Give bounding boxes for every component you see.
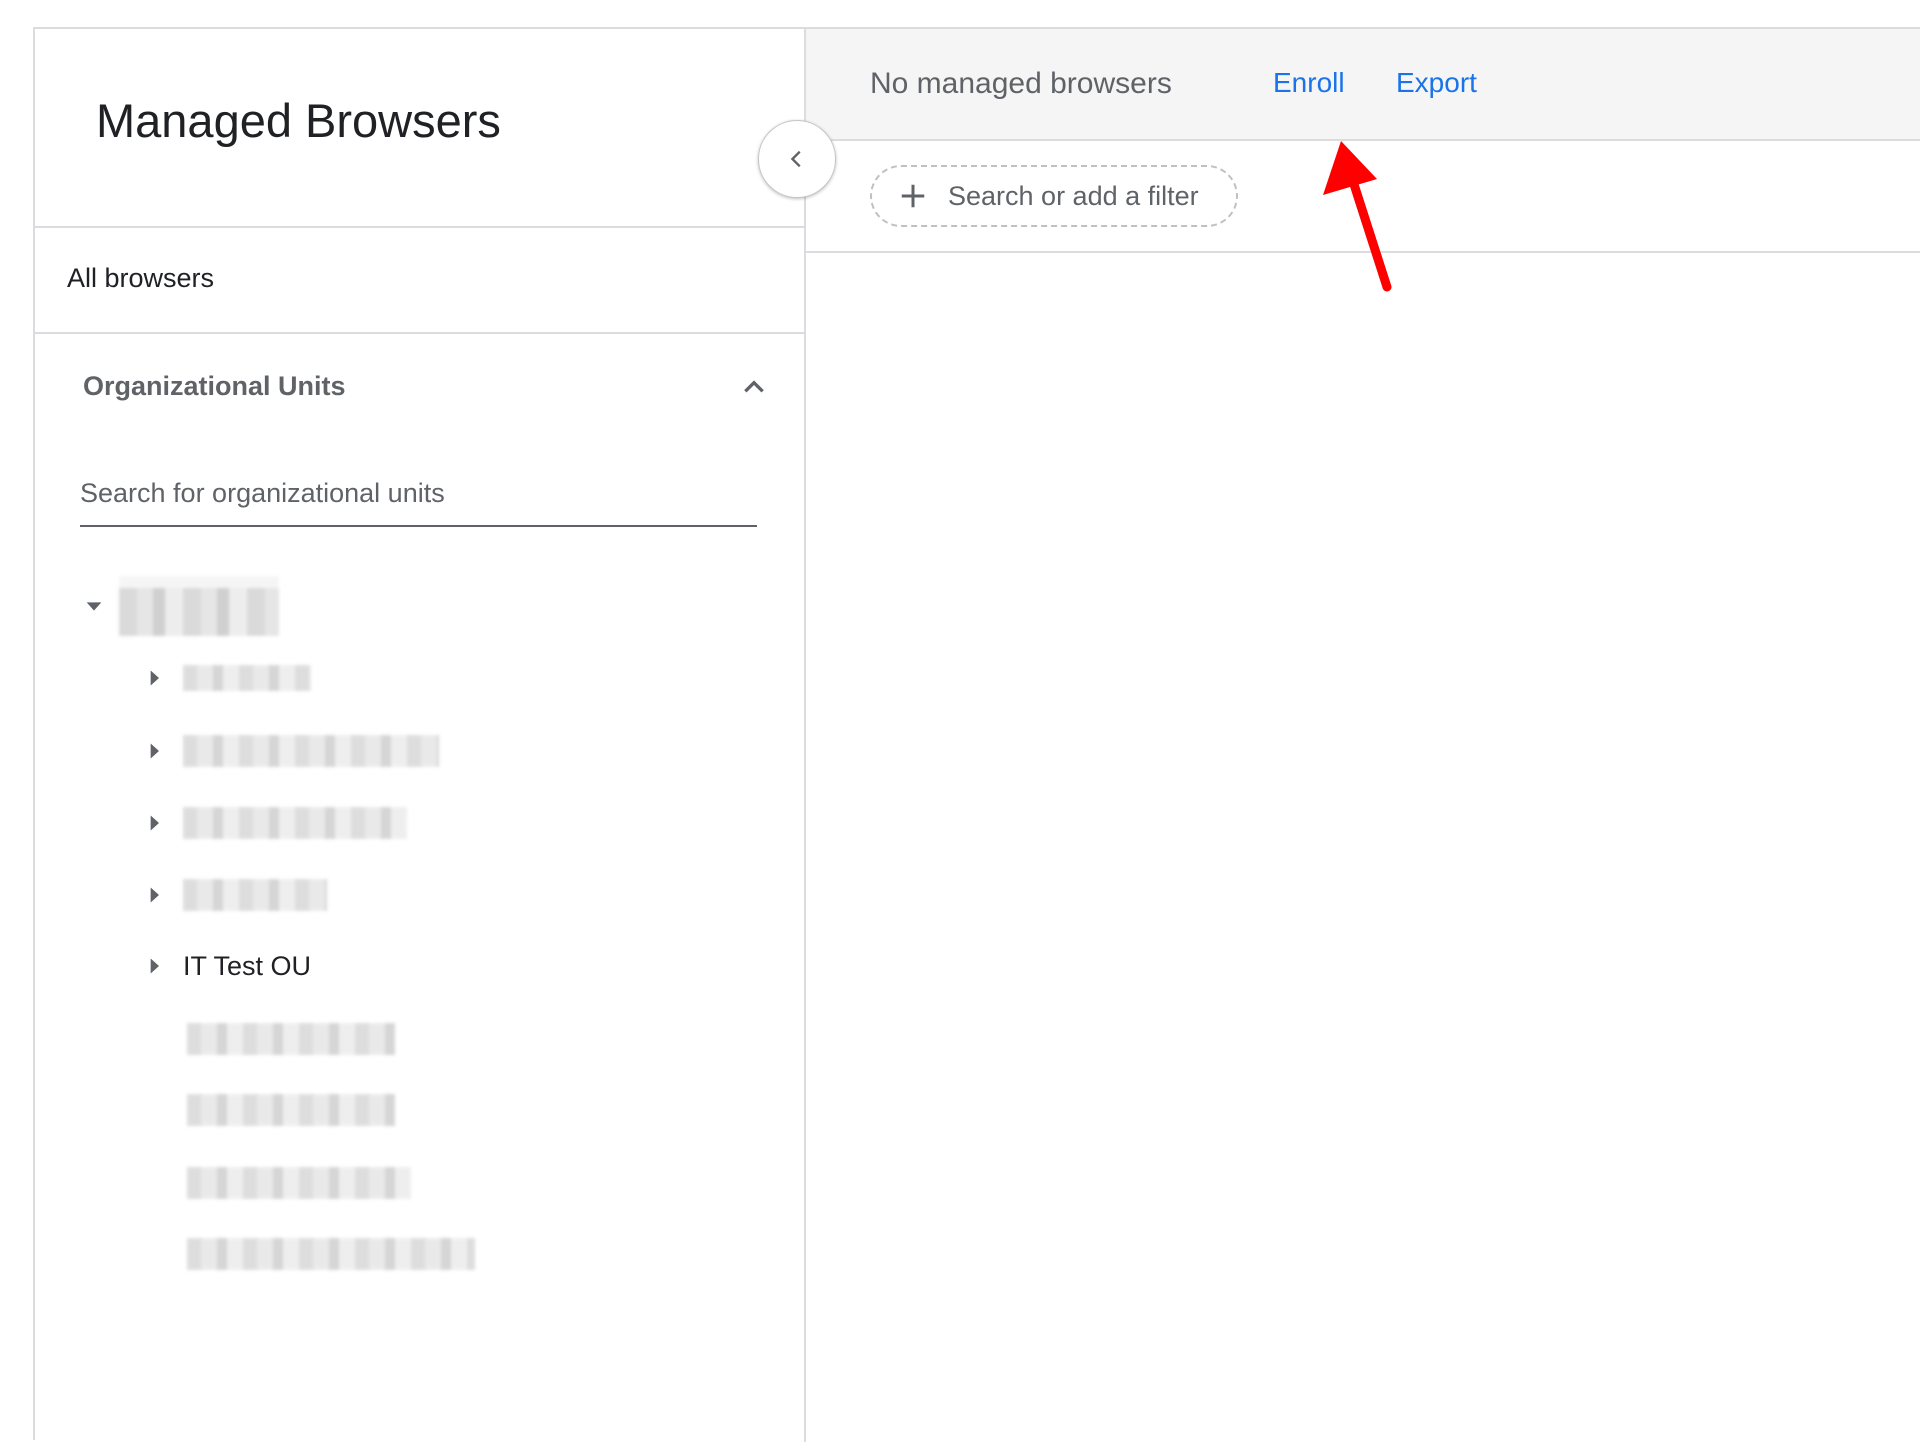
app-frame: Managed Browsers All browsers Organizati… [33,27,1920,1442]
tree-leaf[interactable] [187,1229,475,1279]
sidebar-header: Managed Browsers [35,29,804,228]
redacted-ou-name [187,1167,411,1199]
search-filter-chip[interactable]: Search or add a filter [870,165,1238,227]
plus-icon [901,184,925,208]
main-content: No managed browsers Enroll Export Search… [806,29,1920,1442]
main-toolbar: No managed browsers Enroll Export [806,29,1920,141]
nav-all-browsers[interactable]: All browsers [35,228,804,334]
caret-right-icon[interactable] [139,808,169,838]
tree-item[interactable] [139,653,311,703]
search-filter-placeholder: Search or add a filter [948,180,1199,211]
redacted-ou-name [187,1023,395,1055]
page-title: Managed Browsers [96,94,501,147]
tree-leaf[interactable] [187,1158,411,1208]
caret-down-icon[interactable] [79,591,109,621]
sidebar: Managed Browsers All browsers Organizati… [35,29,806,1442]
tree-leaf[interactable] [187,1085,395,1135]
caret-right-icon[interactable] [139,736,169,766]
chevron-left-icon [790,150,801,168]
tree-item[interactable] [139,726,439,776]
tree-item[interactable] [139,870,327,920]
redacted-ou-name [183,879,327,911]
tree-item[interactable] [139,798,407,848]
caret-right-icon[interactable] [139,880,169,910]
redacted-ou-name [183,735,439,767]
export-button[interactable]: Export [1396,67,1477,99]
redacted-ou-name [183,665,311,691]
collapse-sidebar-button[interactable] [758,120,836,198]
org-units-search-input[interactable] [80,469,757,527]
nav-all-browsers-label: All browsers [67,263,215,293]
org-units-section-header[interactable]: Organizational Units [35,334,804,434]
redacted-ou-name [183,807,407,839]
tree-item-label: IT Test OU [183,950,312,981]
redacted-ou-name [187,1238,475,1270]
tree-root-row[interactable] [79,576,279,636]
filter-bar: Search or add a filter [806,141,1920,253]
chevron-up-icon[interactable] [741,374,767,400]
caret-right-icon[interactable] [139,663,169,693]
tree-item-it-test-ou[interactable]: IT Test OU [139,941,311,991]
caret-right-icon[interactable] [139,951,169,981]
redacted-ou-name [187,1094,395,1126]
org-units-title: Organizational Units [83,371,346,401]
redacted-ou-name [119,576,279,636]
status-text: No managed browsers [870,67,1172,100]
tree-leaf[interactable] [187,1014,395,1064]
enroll-button[interactable]: Enroll [1273,67,1345,99]
